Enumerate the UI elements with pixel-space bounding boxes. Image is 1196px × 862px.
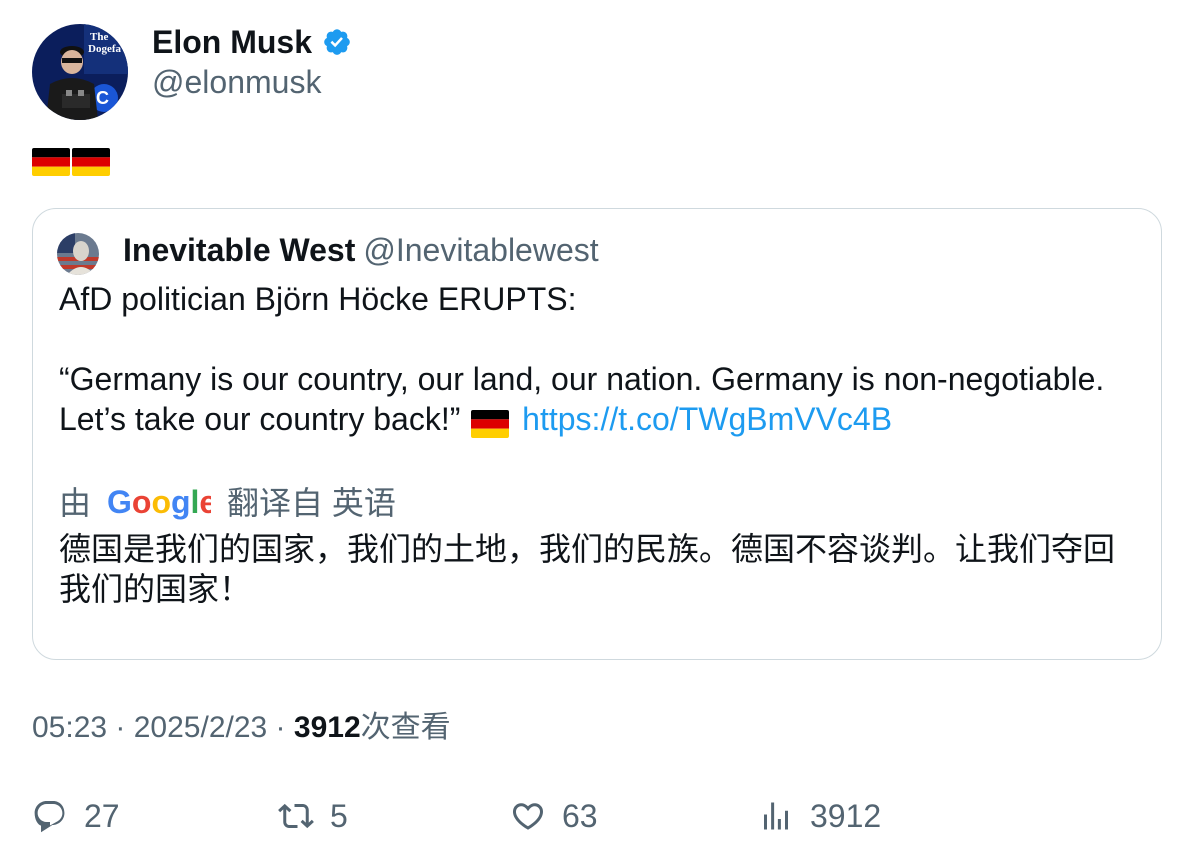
views-label: 次查看 [360,711,451,744]
quote-text-line: Let’s take our country back!” https://t.… [59,399,1139,439]
repost-icon [278,803,314,829]
translation-text: 德国是我们的国家，我们的土地，我们的民族。德国不容谈判。让我们夺回 我们的国家！ [59,529,1139,609]
svg-text:Dogefa: Dogefa [88,43,121,55]
views-button[interactable]: 3912 [758,794,881,838]
quote-text-line: AfD politician Björn Höcke ERUPTS: [59,281,577,317]
view-count: 3912 [293,711,361,744]
reply-button[interactable]: 27 [32,794,120,838]
svg-text:C: C [96,88,109,108]
quote-author-handle[interactable]: @Inevitablewest [363,232,598,268]
views-count: 3912 [810,798,882,834]
repost-count: 5 [330,798,348,834]
tweet-time[interactable]: 05:23 [32,711,107,744]
quote-text: AfD politician Björn Höcke ERUPTS: “Germ… [59,279,1139,439]
tweet-date[interactable]: 2025/2/23 [134,711,267,744]
like-count: 63 [562,798,598,834]
author-avatar[interactable]: The Dogefa C [32,24,128,120]
heart-icon [512,803,544,830]
germany-flag-emoji [471,409,510,438]
germany-flag-emoji [32,148,70,176]
translated-prefix: 由 [59,485,92,521]
quote-author-avatar[interactable] [57,233,99,275]
quoted-tweet[interactable]: Inevitable West @Inevitablewest AfD polit… [32,208,1162,660]
translated-suffix: 翻译自 英语 [227,485,396,521]
verified-badge-icon [324,29,350,55]
author-name[interactable]: Elon Musk [152,22,312,62]
translation-line: 我们的国家！ [59,571,252,607]
reply-count: 27 [84,798,120,834]
tweet-meta: 05:23 · 2025/2/23 · 3912次查看 [32,711,451,744]
translated-by-row: 由 Google 翻译自 英语 [59,481,396,525]
tweet-text [32,144,110,180]
google-logo-icon: Google [107,484,211,520]
reply-icon [34,801,65,833]
germany-flag-emoji [72,148,110,176]
quote-link[interactable]: https://t.co/TWgBmVVc4B [522,401,892,437]
svg-text:Google: Google [107,484,211,520]
quote-text-line-end: Let’s take our country back!” [59,401,461,437]
like-button[interactable]: 63 [510,794,598,838]
translation-line: 德国是我们的国家，我们的土地，我们的民族。德国不容谈判。让我们夺回 [59,531,1116,567]
quote-author-name[interactable]: Inevitable West [123,232,355,268]
repost-button[interactable]: 5 [278,794,348,838]
quote-header[interactable]: Inevitable West @Inevitablewest [123,229,599,271]
svg-text:The: The [90,31,108,43]
author-handle[interactable]: @elonmusk [152,62,321,102]
quote-text-line: “Germany is our country, our land, our n… [59,361,1105,397]
author-name-row[interactable]: Elon Musk [152,22,352,62]
analytics-icon [764,802,788,830]
